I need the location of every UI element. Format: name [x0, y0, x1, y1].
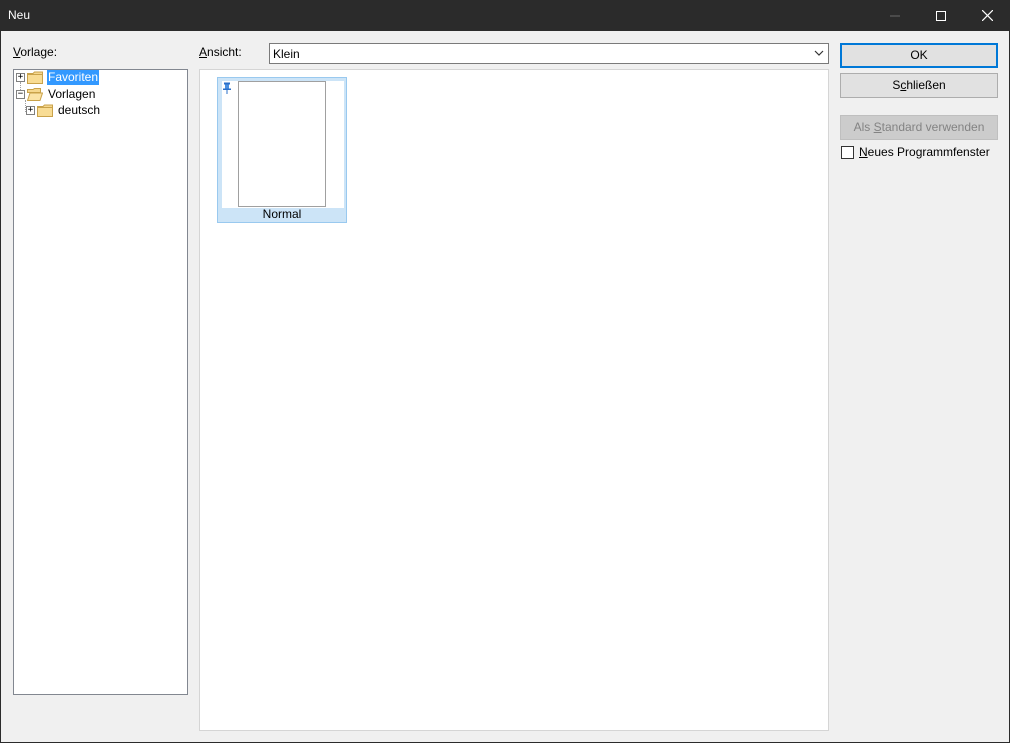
ok-button[interactable]: OK — [840, 43, 998, 68]
close-window-button[interactable] — [964, 0, 1010, 31]
view-select[interactable]: Klein — [269, 43, 829, 64]
tree-item-label: deutsch — [58, 103, 101, 117]
new-window-checkbox[interactable] — [841, 146, 854, 159]
set-default-button[interactable]: Als Standard verwenden — [840, 115, 998, 140]
minimize-button[interactable] — [872, 0, 918, 31]
minimize-icon — [890, 15, 900, 16]
folder-closed-icon — [37, 104, 53, 117]
chevron-down-icon — [814, 50, 824, 56]
folder-closed-icon — [27, 71, 43, 84]
tree-item-label: Favoriten — [47, 70, 100, 85]
tree-item-vorlagen[interactable]: − Vorlagen — [14, 87, 187, 103]
maximize-icon — [936, 10, 946, 21]
template-name: Normal — [262, 207, 302, 221]
maximize-button[interactable] — [918, 0, 964, 31]
collapse-icon[interactable]: − — [16, 90, 25, 99]
folder-open-icon — [27, 88, 43, 101]
tree-item-label: Vorlagen — [48, 87, 96, 101]
tree-item-favoriten[interactable]: + Favoriten — [14, 70, 187, 86]
template-preview-list[interactable]: Normal — [199, 69, 829, 731]
template-tile-normal[interactable]: Normal — [217, 77, 347, 223]
close-button[interactable]: Schließen — [840, 73, 998, 98]
view-label: Ansicht: — [199, 45, 242, 59]
new-window-label[interactable]: Neues Programmfenster — [859, 145, 990, 159]
pin-icon — [223, 82, 231, 94]
expand-icon[interactable]: + — [16, 73, 25, 82]
close-icon — [981, 10, 993, 21]
tree-item-deutsch[interactable]: + deutsch — [14, 103, 187, 119]
template-label: Vorlage: — [13, 45, 58, 59]
title-bar: Neu — [0, 0, 1010, 31]
view-select-value: Klein — [273, 47, 300, 61]
expand-icon[interactable]: + — [26, 106, 35, 115]
template-thumbnail — [238, 81, 326, 207]
template-tree[interactable]: + Favoriten − Vorlagen + deutsch — [13, 69, 188, 695]
window-title: Neu — [8, 8, 31, 22]
